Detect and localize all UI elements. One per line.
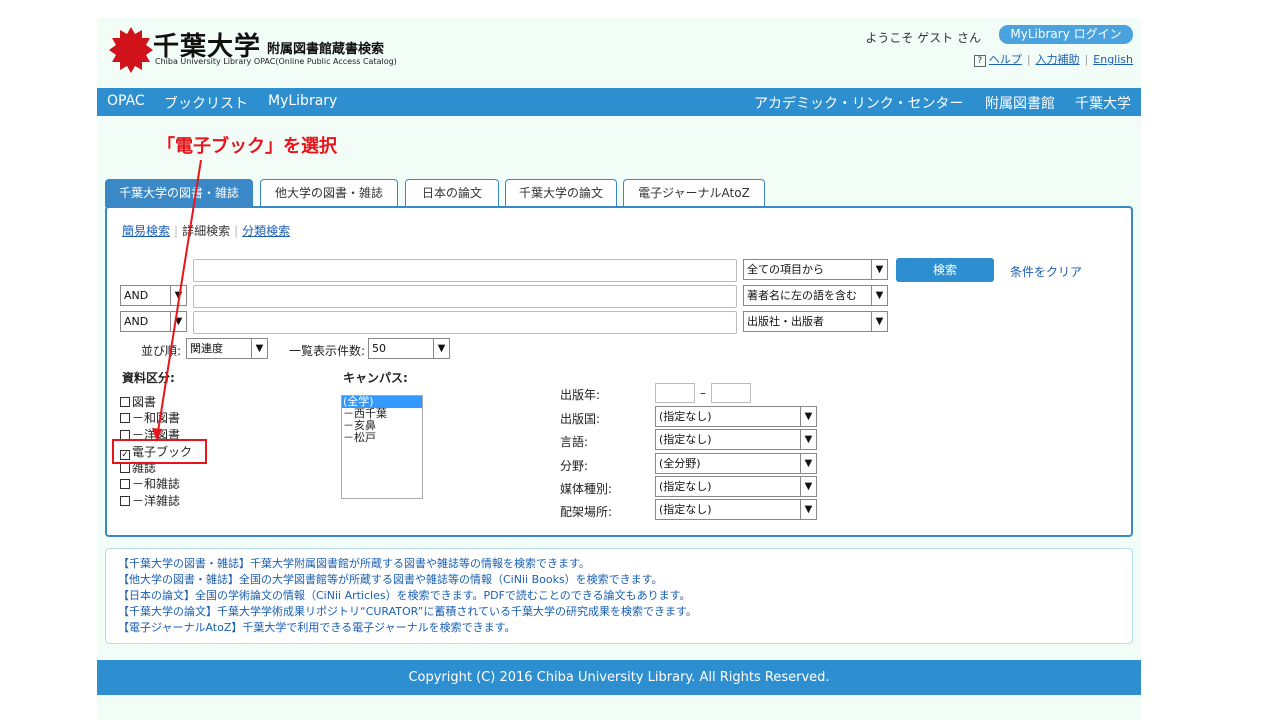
- chevron-down-icon: ▼: [433, 339, 449, 358]
- subject-select[interactable]: (全分野) ▼: [655, 453, 817, 474]
- detail-search-label: 詳細検索: [182, 224, 231, 238]
- annotation-callout: 「電子ブック」を選択: [157, 136, 337, 157]
- checkbox-icon[interactable]: [120, 397, 130, 407]
- language-label: 言語:: [560, 435, 589, 449]
- chevron-down-icon: ▼: [871, 286, 887, 305]
- tab-chiba-books[interactable]: 千葉大学の図書・雑誌: [105, 179, 253, 207]
- mylibrary-login-button[interactable]: MyLibrary ログイン: [999, 25, 1133, 44]
- keyword-input-2[interactable]: [193, 285, 737, 308]
- nav-booklist[interactable]: ブックリスト: [164, 93, 248, 113]
- info-line: 【日本の論文】全国の学術論文の情報（CiNii Articles）を検索できます…: [118, 589, 691, 602]
- subject-label: 分野:: [560, 459, 589, 473]
- sort-select[interactable]: 関連度 ▼: [186, 338, 268, 359]
- checkbox-icon[interactable]: [120, 463, 130, 473]
- university-logo-icon: [109, 27, 153, 73]
- nav-opac[interactable]: OPAC: [107, 93, 145, 109]
- input-help-link[interactable]: 入力補助: [1036, 53, 1080, 66]
- operator-select-2[interactable]: AND ▼: [120, 285, 187, 306]
- top-links: ? ヘルプ | 入力補助 | English: [973, 51, 1133, 67]
- chevron-down-icon: ▼: [871, 312, 887, 331]
- header: 千葉大学 附属図書館蔵書検索 Chiba University Library …: [97, 18, 1141, 88]
- country-label: 出版国:: [560, 412, 601, 426]
- material-checkbox-jp-books[interactable]: －和図書: [120, 409, 180, 426]
- material-checkbox-foreign-journals[interactable]: －洋雑誌: [120, 492, 180, 509]
- nav-chiba-university[interactable]: 千葉大学: [1075, 93, 1131, 113]
- field-select-3[interactable]: 出版社・出版者 ▼: [743, 311, 888, 332]
- clear-conditions-link[interactable]: 条件をクリア: [1010, 263, 1082, 280]
- info-line: 【他大学の図書・雑誌】全国の大学図書館等が所蔵する図書や雑誌等の情報（CiNii…: [118, 573, 663, 586]
- tab-chiba-articles[interactable]: 千葉大学の論文: [505, 179, 617, 207]
- year-to-input[interactable]: [711, 383, 751, 403]
- year-dash: –: [700, 386, 706, 400]
- chevron-down-icon: ▼: [800, 430, 816, 449]
- field-select-1[interactable]: 全ての項目から ▼: [743, 259, 888, 280]
- info-line: 【電子ジャーナルAtoZ】千葉大学で利用できる電子ジャーナルを検索できます。: [118, 621, 516, 634]
- material-checkbox-books[interactable]: 図書: [120, 393, 156, 410]
- nav-library[interactable]: 附属図書館: [985, 93, 1055, 113]
- info-line: 【千葉大学の論文】千葉大学学術成果リポジトリ“CURATOR”に蓄積されている千…: [118, 605, 697, 618]
- media-select[interactable]: (指定なし) ▼: [655, 476, 817, 497]
- classify-search-link[interactable]: 分類検索: [242, 224, 290, 238]
- chevron-down-icon: ▼: [170, 312, 186, 331]
- page: 千葉大学 附属図書館蔵書検索 Chiba University Library …: [97, 18, 1141, 720]
- main-nav: OPAC ブックリスト MyLibrary アカデミック・リンク・センター 附属…: [97, 88, 1141, 116]
- chevron-down-icon: ▼: [871, 260, 887, 279]
- checkbox-icon[interactable]: [120, 479, 130, 489]
- campus-listbox[interactable]: (全学) －西千葉 －亥鼻 －松戸: [341, 395, 423, 499]
- operator-select-3[interactable]: AND ▼: [120, 311, 187, 332]
- location-select[interactable]: (指定なし) ▼: [655, 499, 817, 520]
- year-label: 出版年:: [560, 388, 601, 402]
- help-link[interactable]: ヘルプ: [989, 53, 1022, 66]
- logo-english: Chiba University Library OPAC(Online Pub…: [155, 57, 397, 66]
- count-label: 一覧表示件数:: [289, 344, 366, 358]
- chevron-down-icon: ▼: [800, 407, 816, 426]
- media-label: 媒体種別:: [560, 482, 613, 496]
- simple-search-link[interactable]: 簡易検索: [122, 224, 170, 238]
- count-select[interactable]: 50 ▼: [368, 338, 450, 359]
- welcome-text: ようこそ ゲスト さん: [865, 31, 981, 45]
- nav-academic-link-center[interactable]: アカデミック・リンク・センター: [754, 93, 963, 113]
- info-line: 【千葉大学の図書・雑誌】千葉大学附属図書館が所蔵する図書や雑誌等の情報を検索でき…: [118, 557, 590, 570]
- keyword-input-3[interactable]: [193, 311, 737, 334]
- chevron-down-icon: ▼: [170, 286, 186, 305]
- tab-japan-articles[interactable]: 日本の論文: [405, 179, 499, 207]
- keyword-input-1[interactable]: [193, 259, 737, 282]
- country-select[interactable]: (指定なし) ▼: [655, 406, 817, 427]
- search-panel: 簡易検索 | 詳細検索 | 分類検索 全ての項目から ▼ 検索 条件をクリア AND ▼ 著…: [105, 206, 1133, 537]
- chevron-down-icon: ▼: [251, 339, 267, 358]
- language-select[interactable]: (指定なし) ▼: [655, 429, 817, 450]
- chevron-down-icon: ▼: [800, 454, 816, 473]
- footer-copyright: Copyright (C) 2016 Chiba University Libr…: [97, 660, 1141, 695]
- nav-mylibrary[interactable]: MyLibrary: [268, 93, 337, 109]
- location-label: 配架場所:: [560, 505, 613, 519]
- english-link[interactable]: English: [1093, 53, 1133, 66]
- logo-subtitle: 附属図書館蔵書検索: [267, 42, 385, 57]
- campus-label: キャンパス:: [343, 371, 408, 385]
- chevron-down-icon: ▼: [800, 477, 816, 496]
- material-label: 資料区分:: [122, 371, 175, 385]
- chevron-down-icon: ▼: [800, 500, 816, 519]
- tab-other-books[interactable]: 他大学の図書・雑誌: [260, 179, 398, 207]
- field-select-2[interactable]: 著者名に左の語を含む ▼: [743, 285, 888, 306]
- help-icon: ?: [973, 55, 986, 67]
- info-box: 【千葉大学の図書・雑誌】千葉大学附属図書館が所蔵する図書や雑誌等の情報を検索でき…: [105, 548, 1133, 644]
- checkbox-icon[interactable]: [120, 496, 130, 506]
- search-button[interactable]: 検索: [896, 258, 994, 282]
- annotation-highlight-box: [112, 439, 207, 464]
- tab-ejournal-atoz[interactable]: 電子ジャーナルAtoZ: [623, 179, 765, 207]
- search-mode-links: 簡易検索 | 詳細検索 | 分類検索: [122, 224, 291, 238]
- material-checkbox-jp-journals[interactable]: －和雑誌: [120, 475, 180, 492]
- campus-option[interactable]: －松戸: [342, 432, 422, 444]
- year-from-input[interactable]: [655, 383, 695, 403]
- sort-label: 並び順:: [141, 344, 182, 358]
- checkbox-icon[interactable]: [120, 413, 130, 423]
